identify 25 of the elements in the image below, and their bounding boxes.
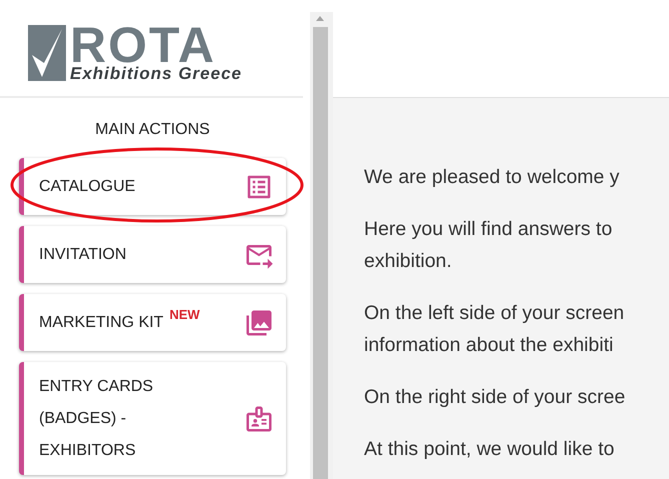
photo-library-icon (244, 308, 274, 338)
action-card[interactable]: ENTRY CARDS (BADGES) - EXHIBITORS (19, 362, 286, 475)
checkmark-logo-icon (28, 25, 66, 81)
action-card[interactable]: CATALOGUE (19, 158, 286, 215)
scroll-up-arrow-icon[interactable] (316, 16, 324, 21)
paragraph-line: At this point, we would like to (364, 437, 616, 462)
card-label: INVITATION (39, 244, 126, 264)
sidebar-heading: MAIN ACTIONS (94, 120, 211, 140)
new-label: NEW (169, 306, 200, 324)
logo-tagline: Exhibitions Greece (70, 65, 242, 83)
paragraph-line: On the left side of your screen (364, 301, 626, 326)
action-card[interactable]: MARKETING KIT NEW (19, 294, 286, 351)
paragraph-line: On the right side of your scree (364, 385, 626, 410)
scrollbar[interactable] (310, 12, 330, 479)
paragraph-line: We are pleased to welcome y (364, 165, 620, 190)
card-label: CATALOGUE (39, 176, 136, 196)
id-badge-icon (244, 404, 274, 434)
action-card[interactable]: INVITATION (19, 226, 286, 283)
scrollbar-thumb[interactable] (312, 27, 328, 479)
card-label: MARKETING KIT (39, 312, 164, 332)
paragraph-line: Here you will find answers to (364, 217, 614, 242)
paragraph-line: information about the exhibiti (364, 333, 614, 358)
paragraph-line: exhibition. (364, 249, 453, 274)
logo-wordmark: ROTA (70, 25, 216, 65)
card-label: ENTRY CARDS (BADGES) - EXHIBITORS (39, 376, 154, 460)
